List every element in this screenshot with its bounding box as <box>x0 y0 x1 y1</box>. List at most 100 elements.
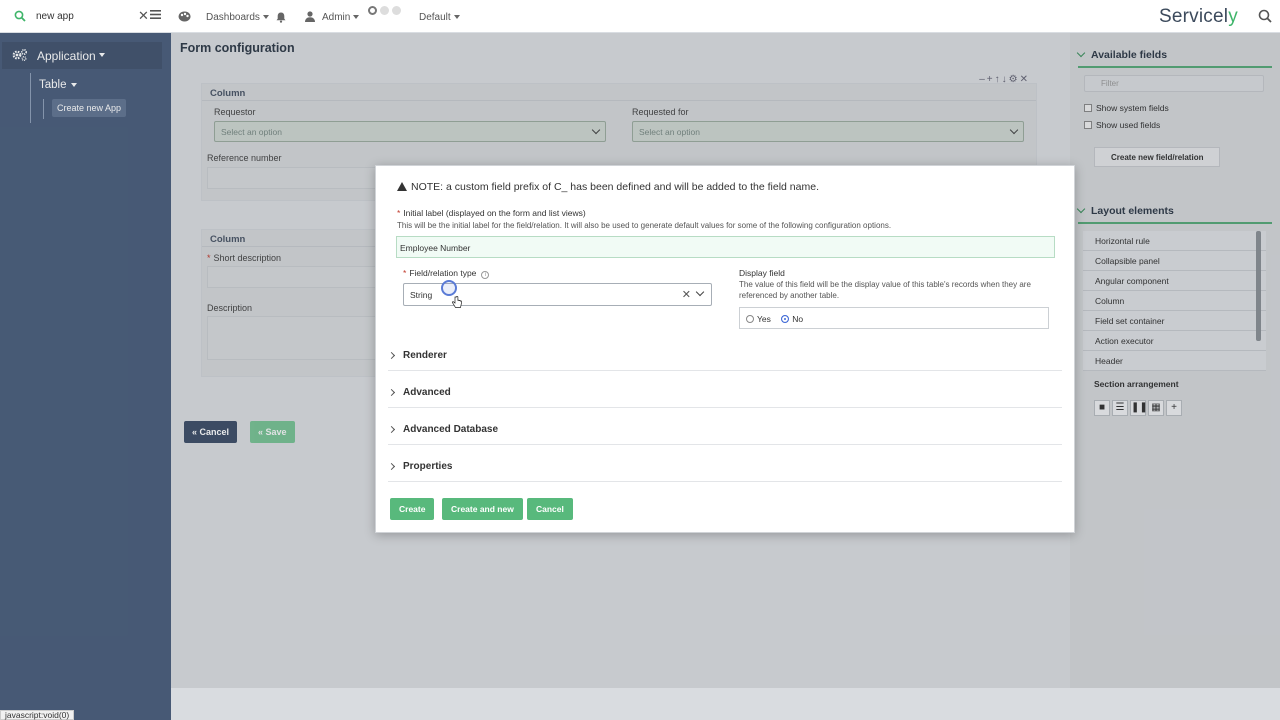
rows-icon[interactable]: ☰ <box>1112 400 1128 416</box>
clear-icon[interactable]: ✕ <box>682 288 691 301</box>
create-button[interactable]: Create <box>390 498 435 520</box>
nav-default[interactable]: Default <box>419 12 460 23</box>
create-field-dialog: NOTE: a custom field prefix of C_ has be… <box>375 165 1075 533</box>
chevron-right-icon <box>387 351 396 360</box>
initial-label-title: * Initial label (displayed on the form an… <box>397 208 586 218</box>
display-field-options: Yes No <box>739 307 1049 329</box>
two-column-icon[interactable]: ❚❚ <box>1130 400 1148 416</box>
section-arrangement-buttons: ■ ☰ ❚❚ ▦ + <box>1094 400 1184 416</box>
properties-section[interactable]: Properties <box>387 452 1062 482</box>
cancel-button[interactable]: « Cancel <box>184 421 238 443</box>
sidebar-item-create-new-app[interactable]: Create new App <box>52 99 127 117</box>
tree-connector <box>43 99 44 119</box>
save-button-label: Save <box>265 427 287 437</box>
one-column-icon[interactable]: ■ <box>1094 400 1110 416</box>
chevron-right-icon <box>387 462 396 471</box>
hand-cursor-icon <box>452 296 462 308</box>
dialog-cancel-button[interactable]: Cancel <box>527 498 573 520</box>
nav-admin-label: Admin <box>322 12 351 23</box>
palette-icon[interactable] <box>178 11 191 22</box>
status-bar: javascript:void(0) <box>0 710 75 720</box>
prefix-note: NOTE: a custom field prefix of C_ has be… <box>397 181 819 193</box>
chevron-down-icon[interactable] <box>695 287 705 297</box>
layout-item[interactable]: Field set container <box>1083 311 1266 331</box>
chevron-right-icon <box>387 388 396 397</box>
layout-item[interactable]: Column <box>1083 291 1266 311</box>
initial-label-input[interactable]: Employee Number <box>396 236 1055 258</box>
renderer-section[interactable]: Renderer <box>387 341 1062 371</box>
right-panel: Available fields Filter Show system fiel… <box>1070 33 1280 688</box>
top-bar: new app ✕ Dashboards Admin Default Servi… <box>0 0 1280 33</box>
grid-icon[interactable]: ▦ <box>1148 400 1164 416</box>
show-system-fields-checkbox[interactable]: Show system fields <box>1084 103 1169 113</box>
layout-elements-list: Horizontal rule Collapsible panel Angula… <box>1083 231 1266 371</box>
create-and-new-button[interactable]: Create and new <box>442 498 523 520</box>
save-button[interactable]: « Save <box>250 421 295 443</box>
requestor-placeholder: Select an option <box>221 127 282 137</box>
sidebar-item-application[interactable]: Application <box>2 42 162 69</box>
sidebar-item-table-label: Table <box>39 79 67 91</box>
search-input[interactable]: new app <box>36 11 74 22</box>
description-label: Description <box>207 303 253 313</box>
layout-item[interactable]: Horizontal rule <box>1083 231 1266 251</box>
menu-icon[interactable] <box>150 9 161 20</box>
yes-label: Yes <box>757 314 771 324</box>
display-field-label: Display field <box>739 268 785 278</box>
layout-elements-title[interactable]: Layout elements <box>1076 204 1174 217</box>
short-description-label: * Short description <box>207 253 282 263</box>
layout-item[interactable]: Collapsible panel <box>1083 251 1266 271</box>
footer-bar <box>171 688 1280 720</box>
search-icon <box>14 10 26 22</box>
user-icon <box>305 11 315 22</box>
requested-for-select[interactable]: Select an option <box>632 121 1024 142</box>
sidebar-item-label: Application <box>37 49 96 63</box>
field-type-value: String <box>410 290 433 300</box>
page-title: Form configuration <box>180 41 295 55</box>
no-label: No <box>792 314 804 324</box>
click-indicator <box>441 280 457 296</box>
tree-connector <box>30 73 31 123</box>
advanced-section[interactable]: Advanced <box>387 378 1062 408</box>
advanced-database-section[interactable]: Advanced Database <box>387 415 1062 445</box>
display-yes-radio[interactable]: Yes <box>746 314 771 324</box>
show-used-fields-checkbox[interactable]: Show used fields <box>1084 120 1160 130</box>
field-type-label: * Field/relation type i <box>403 268 490 279</box>
available-fields-title[interactable]: Available fields <box>1076 48 1167 61</box>
nav-dashboards-label: Dashboards <box>206 12 260 23</box>
chevron-down-icon <box>99 53 105 57</box>
fields-filter-input[interactable]: Filter <box>1084 75 1264 92</box>
display-no-radio[interactable]: No <box>781 314 803 324</box>
layout-item[interactable]: Angular component <box>1083 271 1266 291</box>
requested-for-placeholder: Select an option <box>639 127 700 137</box>
layout-item[interactable]: Action executor <box>1083 331 1266 351</box>
section-divider <box>1078 222 1272 224</box>
chevron-down-icon <box>70 82 77 87</box>
reference-number-label: Reference number <box>207 153 282 163</box>
update-set-dots[interactable] <box>368 6 401 18</box>
initial-label-hint: This will be the initial label for the f… <box>397 221 892 230</box>
create-field-relation-button[interactable]: Create new field/relation <box>1094 147 1221 167</box>
bell-icon[interactable] <box>276 12 286 23</box>
filter-placeholder: Filter <box>1101 79 1119 88</box>
global-search[interactable]: new app ✕ <box>0 0 171 33</box>
layout-scrollbar[interactable] <box>1256 231 1261 341</box>
servicely-logo: Servicely <box>1159 6 1238 27</box>
nav-admin[interactable]: Admin <box>322 12 360 23</box>
column-controls[interactable]: –+↑↓⚙✕ <box>979 74 1030 85</box>
nav-default-label: Default <box>419 12 451 23</box>
requested-for-label: Requested for <box>632 107 689 117</box>
section-arrangement-label: Section arrangement <box>1094 379 1179 389</box>
add-section-icon[interactable]: + <box>1166 400 1182 416</box>
info-icon[interactable]: i <box>481 271 490 279</box>
sidebar: Application Table Create new App <box>0 33 171 720</box>
section-divider <box>1078 66 1272 68</box>
chevron-right-icon <box>387 425 396 434</box>
clear-search-icon[interactable]: ✕ <box>138 8 149 24</box>
header-search-icon[interactable] <box>1258 9 1272 23</box>
requestor-select[interactable]: Select an option <box>214 121 606 142</box>
sidebar-item-table[interactable]: Table <box>39 79 77 91</box>
display-field-hint: The value of this field will be the disp… <box>739 280 1031 300</box>
requestor-label: Requestor <box>214 107 256 117</box>
layout-item[interactable]: Header <box>1083 351 1266 371</box>
nav-dashboards[interactable]: Dashboards <box>206 12 269 23</box>
